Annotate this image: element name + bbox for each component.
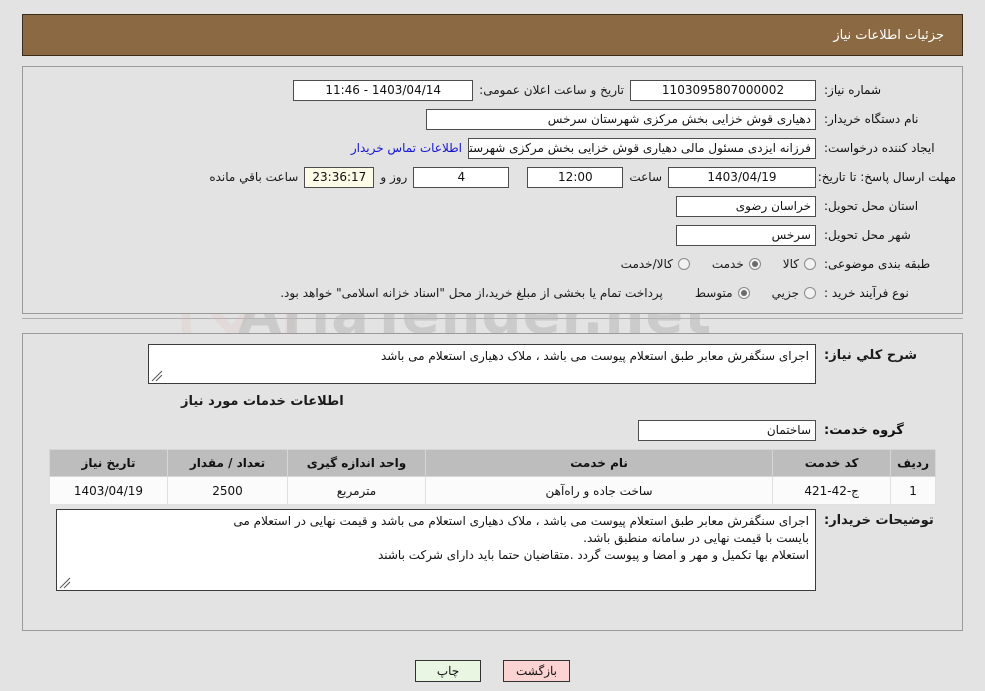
row-buyer-notes: توضیحات خریدار: اجرای سنگفرش معابر طبق ا… <box>29 509 956 591</box>
city-label: شهر محل تحویل: <box>824 228 911 242</box>
panel-divider <box>22 318 963 319</box>
buyer-org-value: دهیاری قوش خزایی بخش مرکزی شهرستان سرخس <box>426 108 816 130</box>
buyer-notes-line-1: اجرای سنگفرش معابر طبق استعلام پیوست می … <box>233 514 809 528</box>
radio-icon[interactable] <box>748 258 761 270</box>
row-service-group: گروه خدمت: ساختمان <box>29 417 956 443</box>
process-type-label: نوع فرآیند خرید : <box>824 286 909 300</box>
row-city: شهر محل تحویل: سرخس <box>29 222 956 248</box>
public-announce-label: تاریخ و ساعت اعلان عمومی: <box>479 83 624 97</box>
row-need-number: شماره نیاز: 1103095807000002 تاریخ و ساع… <box>29 77 956 103</box>
description-textarea[interactable]: اجرای سنگفرش معابر طبق استعلام پیوست می … <box>148 344 816 384</box>
province-label: استان محل تحویل: <box>824 199 919 213</box>
row-process-type: نوع فرآیند خرید : جزیي متوسط پرداخت تمام… <box>29 280 956 306</box>
city-value: سرخس <box>676 224 816 246</box>
classification-label: طبقه بندی موضوعی: <box>824 257 931 271</box>
col-unit: واحد اندازه گیری <box>287 449 426 477</box>
process-type-option-label: جزیي <box>771 286 799 300</box>
row-request-creator: ایجاد کننده درخواست: فرزانه ایزدی مسئول … <box>29 135 956 161</box>
row-description: شرح کلي نیاز: اجرای سنگفرش معابر طبق است… <box>29 344 956 384</box>
classification-option-label: کالا/خدمت <box>620 257 673 271</box>
services-section-title: اطلاعات خدمات مورد نیاز <box>181 394 344 409</box>
table-row: 1 ج-42-421 ساخت جاده و راه‌آهن مترمربع 2… <box>49 476 936 505</box>
col-quantity: تعداد / مقدار <box>167 449 288 477</box>
resize-grip-icon[interactable] <box>59 577 71 589</box>
classification-option-label: خدمت <box>711 257 744 271</box>
page-header: جزئیات اطلاعات نیاز <box>22 14 963 56</box>
remaining-clock-value: 23:36:17 <box>304 166 375 188</box>
need-number-value: 1103095807000002 <box>630 79 816 101</box>
need-info-panel: شماره نیاز: 1103095807000002 تاریخ و ساع… <box>22 66 963 314</box>
services-table: ردیف کد خدمت نام خدمت واحد اندازه گیری ت… <box>49 449 936 505</box>
buyer-contact-link[interactable]: اطلاعات تماس خریدار <box>345 141 468 155</box>
creator-value: فرزانه ایزدی مسئول مالی دهیاری قوش خزایی… <box>468 137 816 159</box>
buyer-notes-line-3: استعلام بها تکمیل و مهر و امضا و پیوست گ… <box>377 548 809 562</box>
col-need-date: تاریخ نیاز <box>49 449 168 477</box>
province-value: خراسان رضوی <box>676 195 816 217</box>
row-classification: طبقه بندی موضوعی: کالا خدمت کالا/خدمت <box>29 251 956 277</box>
classification-option-label: کالا <box>782 257 799 271</box>
remaining-days-value: 4 <box>413 166 510 188</box>
deadline-time-label: ساعت <box>629 170 662 184</box>
cell-need-date: 1403/04/19 <box>49 476 168 505</box>
classification-option-kala-khedmat[interactable]: کالا/خدمت <box>621 257 690 271</box>
process-type-option-jozi[interactable]: جزیي <box>772 286 816 300</box>
table-header-row: ردیف کد خدمت نام خدمت واحد اندازه گیری ت… <box>49 449 936 477</box>
remaining-days-label: روز و <box>380 170 408 184</box>
deadline-label: مهلت ارسال پاسخ: تا تاریخ: <box>817 169 956 184</box>
radio-icon[interactable] <box>804 258 816 270</box>
radio-icon[interactable] <box>677 258 690 270</box>
col-service-name: نام خدمت <box>424 449 774 477</box>
col-service-code: کد خدمت <box>772 449 892 477</box>
row-province: استان محل تحویل: خراسان رضوی <box>29 193 956 219</box>
col-row-no: ردیف <box>890 449 936 477</box>
classification-radio-group: کالا خدمت کالا/خدمت <box>599 257 816 271</box>
deadline-date-value: 1403/04/19 <box>668 166 816 188</box>
cell-row-no: 1 <box>890 476 936 505</box>
public-announce-value: 11:46 - 1403/04/14 <box>293 79 474 101</box>
cell-service-code: ج-42-421 <box>772 476 892 505</box>
services-table-wrapper: ردیف کد خدمت نام خدمت واحد اندازه گیری ت… <box>49 449 936 505</box>
classification-option-khedmat[interactable]: خدمت <box>712 257 761 271</box>
buyer-notes-line-2: بایست با قیمت نهایی در سامانه منطبق باشد… <box>583 531 809 545</box>
service-group-label: گروه خدمت: <box>824 422 904 438</box>
print-button[interactable]: چاپ <box>415 660 481 682</box>
row-buyer-org: نام دستگاه خریدار: دهیاری قوش خزایی بخش … <box>29 106 956 132</box>
resize-grip-icon[interactable] <box>151 370 163 382</box>
footer-actions: بازگشت چاپ <box>0 660 985 682</box>
deadline-time-value: 12:00 <box>527 166 624 188</box>
buyer-org-label: نام دستگاه خریدار: <box>824 112 919 126</box>
row-deadline: مهلت ارسال پاسخ: تا تاریخ: 1403/04/19 سا… <box>29 164 956 190</box>
description-value: اجرای سنگفرش معابر طبق استعلام پیوست می … <box>380 349 809 363</box>
buyer-notes-label: توضیحات خریدار: <box>824 513 934 528</box>
process-type-option-label: متوسط <box>694 286 733 300</box>
cell-service-name: ساخت جاده و راه‌آهن <box>424 476 774 505</box>
need-number-label: شماره نیاز: <box>824 83 881 97</box>
process-type-option-motavasset[interactable]: متوسط <box>695 286 750 300</box>
payment-note: پرداخت تمام یا بخشی از مبلغ خرید،از محل … <box>280 286 663 300</box>
page-title: جزئیات اطلاعات نیاز <box>833 27 944 43</box>
classification-option-kala[interactable]: کالا <box>783 257 816 271</box>
service-group-value: ساختمان <box>638 419 816 441</box>
creator-label: ایجاد کننده درخواست: <box>824 141 935 155</box>
cell-quantity: 2500 <box>167 476 288 505</box>
cell-unit: مترمربع <box>287 476 426 505</box>
back-button[interactable]: بازگشت <box>503 660 570 682</box>
process-type-radio-group: جزیي متوسط <box>673 286 816 300</box>
radio-icon[interactable] <box>737 287 750 299</box>
services-panel: شرح کلي نیاز: اجرای سنگفرش معابر طبق است… <box>22 333 963 631</box>
description-label: شرح کلي نیاز: <box>824 348 918 363</box>
buyer-notes-textarea[interactable]: اجرای سنگفرش معابر طبق استعلام پیوست می … <box>56 509 816 591</box>
radio-icon[interactable] <box>804 287 816 299</box>
remaining-clock-label: ساعت باقي مانده <box>209 170 299 184</box>
